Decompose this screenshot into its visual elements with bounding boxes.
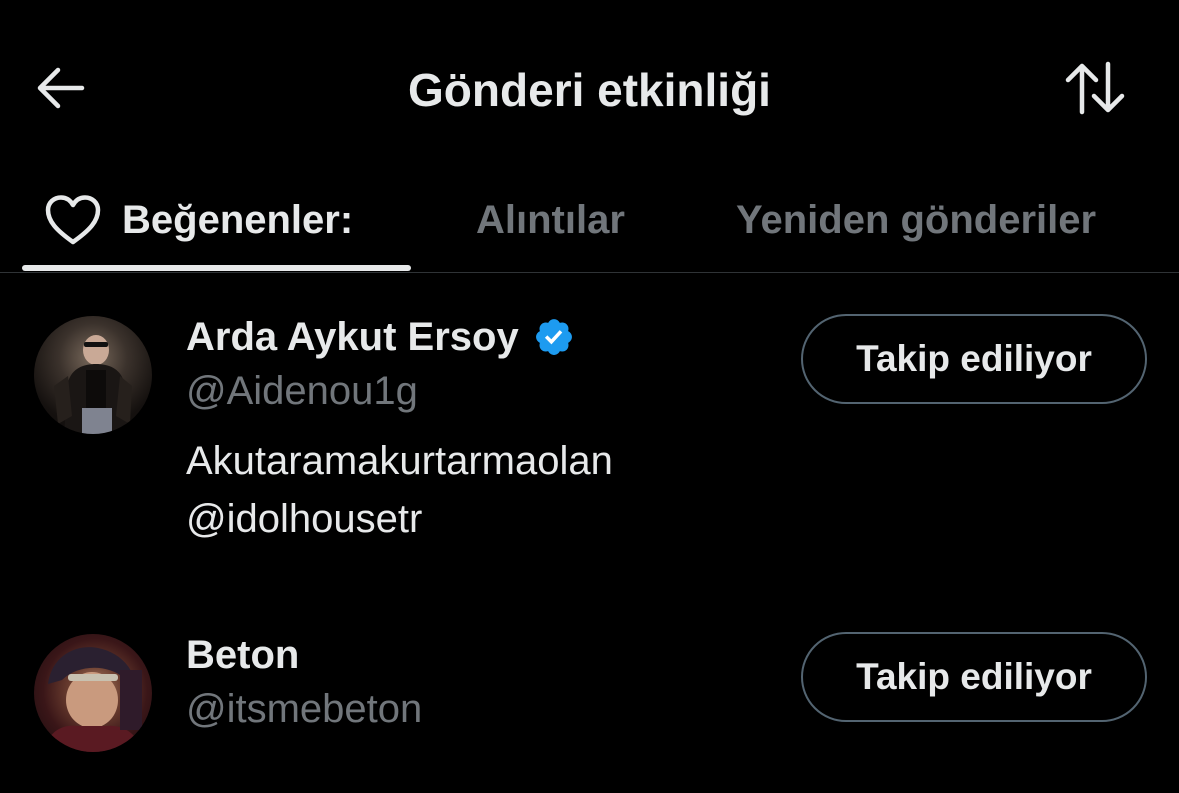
verified-badge-icon — [533, 316, 575, 358]
bio-text: Akutaramakurtarmaolan — [186, 439, 613, 483]
user-bio: Akutaramakurtarmaolan @idolhousetr — [186, 432, 613, 548]
heart-icon — [44, 194, 102, 246]
activity-tabs: Beğenenler: Alıntılar Yeniden gönderiler — [0, 170, 1179, 273]
user-handle[interactable]: @Aidenou1g — [186, 364, 418, 418]
user-handle[interactable]: @itsmebeton — [186, 682, 422, 736]
sort-arrows-icon — [1064, 60, 1126, 121]
tab-likes-label: Beğenenler: — [122, 197, 354, 242]
user-display-name[interactable]: Arda Aykut Ersoy — [186, 310, 575, 364]
active-tab-indicator — [22, 265, 411, 271]
tab-reposts-label: Yeniden gönderiler — [736, 197, 1097, 242]
user-display-name[interactable]: Beton — [186, 628, 299, 682]
tab-reposts[interactable]: Yeniden gönderiler — [736, 170, 1096, 270]
avatar[interactable] — [34, 316, 152, 434]
tab-quotes-label: Alıntılar — [476, 197, 625, 242]
user-list-item[interactable]: Beton @itsmebeton Takip ediliyor — [0, 628, 1179, 768]
sort-button[interactable] — [1060, 60, 1130, 120]
avatar[interactable] — [34, 634, 152, 752]
page-title: Gönderi etkinliği — [408, 64, 771, 116]
tab-likes[interactable]: Beğenenler: — [44, 170, 353, 270]
tab-quotes[interactable]: Alıntılar — [476, 170, 625, 270]
top-bar: Gönderi etkinliği — [0, 0, 1179, 180]
user-list-item[interactable]: Arda Aykut Ersoy @Aidenou1g Akutaramakur… — [0, 310, 1179, 560]
bio-mention-link[interactable]: @idolhousetr — [186, 490, 613, 548]
following-button[interactable]: Takip ediliyor — [801, 314, 1147, 404]
following-button[interactable]: Takip ediliyor — [801, 632, 1147, 722]
